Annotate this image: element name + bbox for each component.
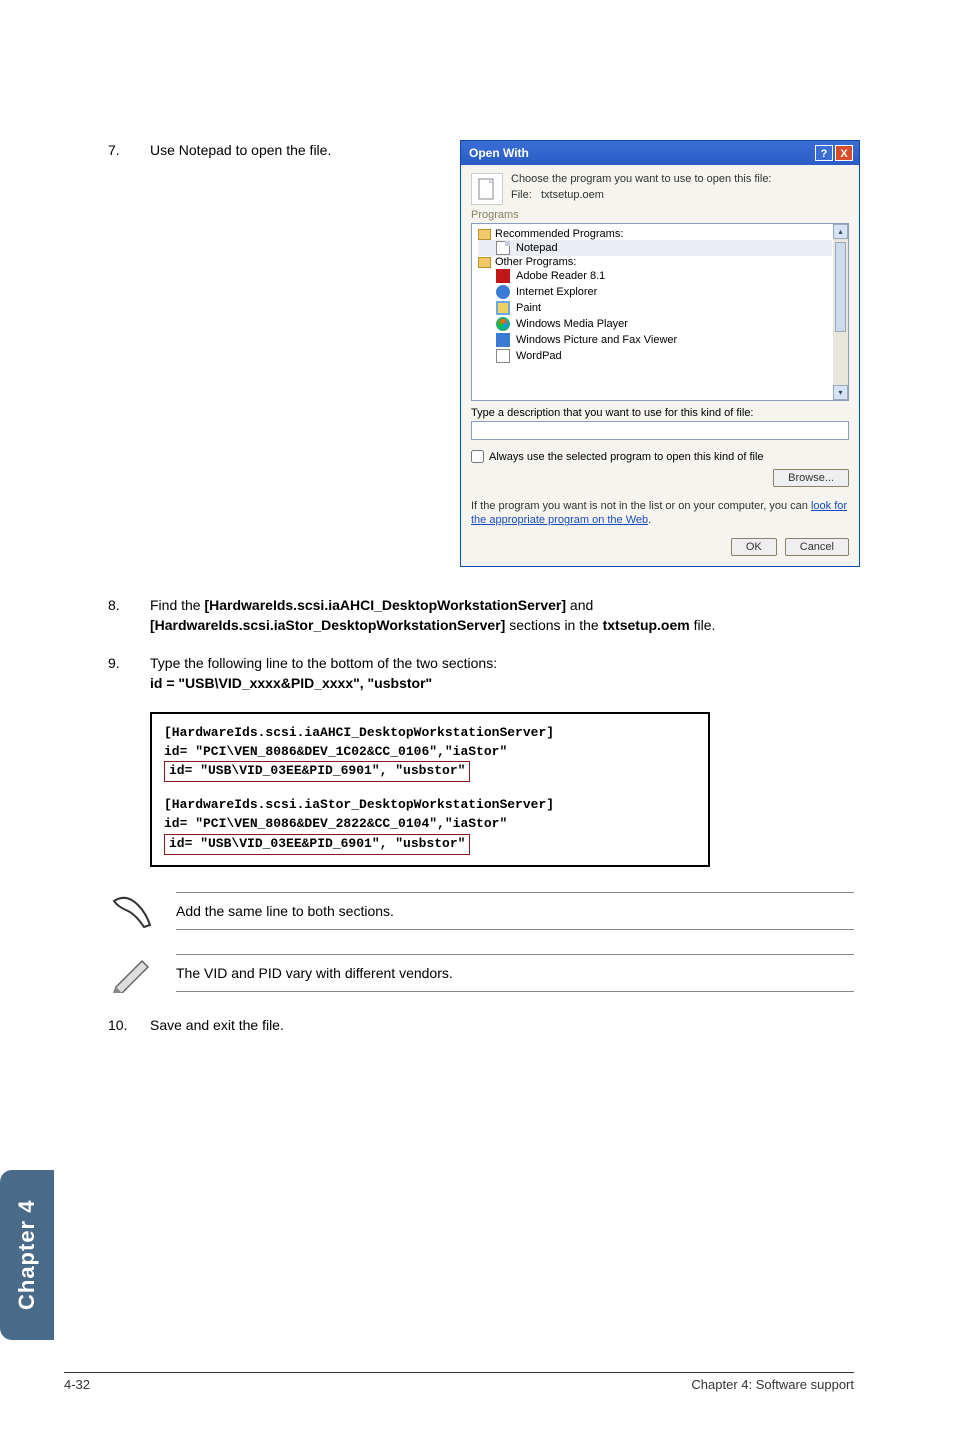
ie-icon — [496, 285, 510, 299]
description-label: Type a description that you want to use … — [471, 407, 849, 419]
recommended-group: Recommended Programs: — [478, 228, 832, 240]
close-button[interactable]: X — [835, 145, 853, 161]
wmp-icon — [496, 317, 510, 331]
dialog-title: Open With — [469, 146, 813, 160]
step-9-number: 9. — [108, 653, 150, 694]
program-internet-explorer[interactable]: Internet Explorer — [478, 284, 832, 300]
adobe-icon — [496, 269, 510, 283]
pencil-icon — [108, 953, 156, 993]
hand-icon — [108, 891, 156, 931]
open-with-dialog: Open With ? X Choose the program you wan… — [460, 140, 860, 567]
program-wmp[interactable]: Windows Media Player — [478, 316, 832, 332]
folder-icon — [478, 229, 491, 240]
scroll-down-icon[interactable]: ▾ — [833, 385, 848, 400]
always-use-checkbox[interactable] — [471, 450, 484, 463]
code-line-3-highlight: id= "USB\VID_03EE&PID_6901", "usbstor" — [164, 761, 470, 782]
page-number: 4-32 — [64, 1377, 90, 1392]
folder-icon — [478, 257, 491, 268]
note-2-text: The VID and PID vary with different vend… — [176, 954, 854, 992]
other-group: Other Programs: — [478, 256, 832, 268]
wordpad-icon — [496, 349, 510, 363]
program-notepad[interactable]: Notepad — [478, 240, 832, 256]
programs-listbox[interactable]: ▴ ▾ Recommended Programs: Notepad — [471, 223, 849, 401]
ok-button[interactable]: OK — [731, 538, 777, 556]
browse-button[interactable]: Browse... — [773, 469, 849, 487]
file-icon — [471, 173, 503, 205]
page-footer: 4-32 Chapter 4: Software support — [64, 1372, 854, 1392]
scrollbar[interactable]: ▴ ▾ — [833, 224, 848, 400]
file-name: txtsetup.oem — [541, 189, 604, 201]
always-use-label: Always use the selected program to open … — [489, 451, 764, 463]
code-line-4: [HardwareIds.scsi.iaStor_DesktopWorkstat… — [164, 796, 696, 815]
code-block: [HardwareIds.scsi.iaAHCI_DesktopWorkstat… — [150, 712, 710, 867]
step-9-text: Type the following line to the bottom of… — [150, 653, 854, 694]
dialog-titlebar: Open With ? X — [461, 141, 859, 165]
scroll-up-icon[interactable]: ▴ — [833, 224, 848, 239]
step-7-number: 7. — [108, 140, 150, 160]
web-help-text: If the program you want is not in the li… — [471, 499, 849, 528]
description-input[interactable] — [471, 421, 849, 440]
note-1-text: Add the same line to both sections. — [176, 892, 854, 930]
step-8-number: 8. — [108, 595, 150, 636]
code-line-5: id= "PCI\VEN_8086&DEV_2822&CC_0104","iaS… — [164, 815, 696, 834]
program-paint[interactable]: Paint — [478, 300, 832, 316]
program-adobe-reader[interactable]: Adobe Reader 8.1 — [478, 268, 832, 284]
program-picture-fax-viewer[interactable]: Windows Picture and Fax Viewer — [478, 332, 832, 348]
program-wordpad[interactable]: WordPad — [478, 348, 832, 364]
step-7-text: Use Notepad to open the file. — [150, 140, 460, 160]
file-label: File: — [511, 189, 532, 201]
step-10-number: 10. — [108, 1015, 150, 1035]
step-8-text: Find the [HardwareIds.scsi.iaAHCI_Deskto… — [150, 595, 854, 636]
help-button[interactable]: ? — [815, 145, 833, 161]
chapter-tab: Chapter 4 — [0, 1170, 54, 1340]
cancel-button[interactable]: Cancel — [785, 538, 849, 556]
programs-section-label: Programs — [471, 209, 849, 221]
step-10-text: Save and exit the file. — [150, 1015, 854, 1035]
choose-program-text: Choose the program you want to use to op… — [511, 173, 772, 185]
code-line-2: id= "PCI\VEN_8086&DEV_1C02&CC_0106","iaS… — [164, 743, 696, 762]
picture-viewer-icon — [496, 333, 510, 347]
paint-icon — [496, 301, 510, 315]
code-line-1: [HardwareIds.scsi.iaAHCI_DesktopWorkstat… — [164, 724, 696, 743]
notepad-icon — [496, 241, 510, 255]
scroll-thumb[interactable] — [835, 242, 846, 332]
code-line-6-highlight: id= "USB\VID_03EE&PID_6901", "usbstor" — [164, 834, 470, 855]
chapter-label: Chapter 4: Software support — [691, 1377, 854, 1392]
